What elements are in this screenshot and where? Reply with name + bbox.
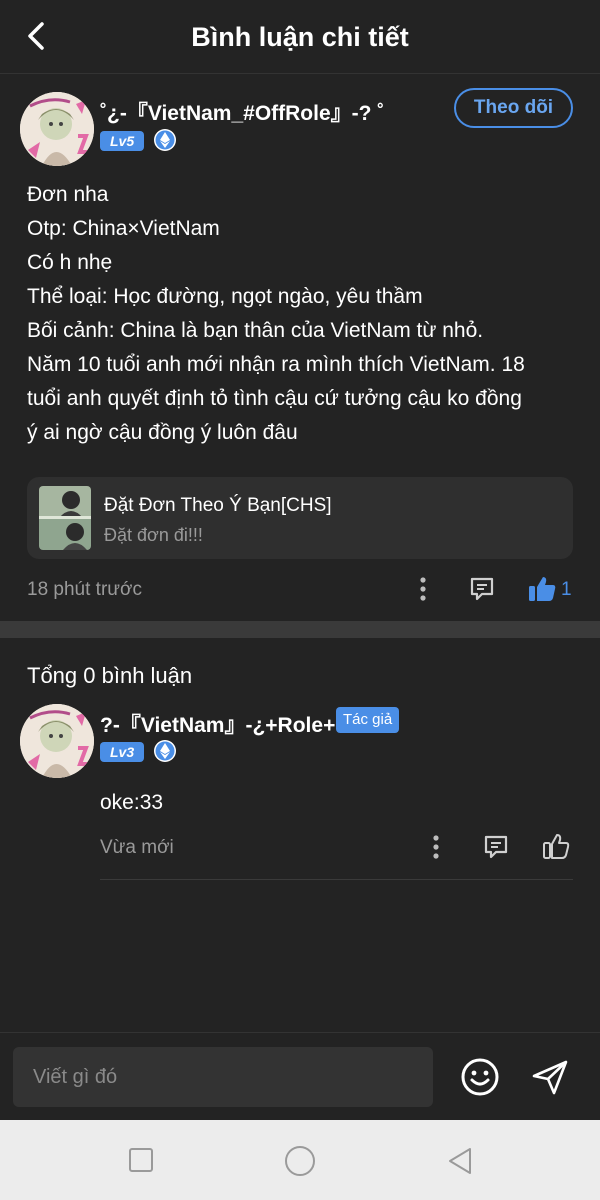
post-line: Otp: China×VietNam (27, 217, 220, 240)
post-line: Thể loại: Học đường, ngọt ngào, yêu thầm (27, 285, 423, 308)
more-vertical-icon[interactable] (424, 833, 448, 861)
comment-icon[interactable] (482, 833, 510, 861)
post-content: Đơn nha Otp: China×VietNam Có h nhẹ Thể … (27, 178, 579, 450)
linked-story-card[interactable]: Đặt Đơn Theo Ý Bạn[CHS] Đặt đơn đi!!! (27, 477, 573, 559)
send-icon[interactable] (530, 1057, 570, 1097)
avatar-image (20, 704, 94, 778)
more-vertical-icon[interactable] (411, 575, 435, 603)
post-timestamp: 18 phút trước (27, 579, 142, 600)
comment-composer: Viết gì đó (0, 1032, 600, 1120)
comment-author-level-badge: Lv3 (100, 742, 145, 762)
comment-total: Tổng 0 bình luận (27, 663, 193, 688)
post-line: Có h nhẹ (27, 251, 113, 274)
screen: Bình luận chi tiết ˚¿-『VietNam_#OffRole』… (0, 0, 600, 1120)
ethereum-badge-icon (154, 740, 176, 762)
comment-text: oke:33 (100, 791, 164, 814)
comment-icon[interactable] (468, 575, 496, 603)
post-line: ý ai ngờ cậu đồng ý luôn đâu (27, 421, 298, 444)
post-author-level-badge: Lv5 (100, 131, 145, 151)
post-line: tuổi anh quyết định tỏ tình cậu cứ tưởng… (27, 387, 522, 410)
post-author-name[interactable]: ˚¿-『VietNam_#OffRole』-? ˚ (100, 97, 384, 127)
circle-icon[interactable] (284, 1145, 316, 1177)
story-cover-thumbnail (39, 486, 91, 550)
comment-input[interactable]: Viết gì đó (13, 1047, 433, 1107)
follow-button[interactable]: Theo dõi (454, 88, 573, 128)
page-title: Bình luận chi tiết (191, 22, 409, 52)
system-nav-bar (0, 1120, 600, 1200)
post-line: Bối cảnh: China là bạn thân của VietNam … (27, 319, 484, 342)
post-line: Năm 10 tuổi anh mới nhận ra mình thích V… (27, 353, 525, 376)
like-count: 1 (561, 579, 572, 600)
thumbs-up-icon[interactable] (527, 574, 557, 604)
post-line: Đơn nha (27, 183, 109, 206)
post-author-avatar[interactable] (20, 92, 94, 166)
comment-author-name[interactable]: ?-『VietNam』-¿+Role+ (100, 709, 335, 739)
card-subtitle: Đặt đơn đi!!! (104, 525, 203, 545)
thumbs-up-outline-icon[interactable] (541, 831, 571, 861)
author-tag-badge: Tác giả (336, 707, 400, 733)
comment-author-avatar[interactable] (20, 704, 94, 778)
top-bar: Bình luận chi tiết (0, 0, 600, 74)
card-title: Đặt Đơn Theo Ý Bạn[CHS] (104, 495, 332, 516)
square-icon[interactable] (128, 1147, 154, 1173)
section-divider (0, 621, 600, 638)
ethereum-badge-icon (154, 129, 176, 151)
comment-separator (100, 879, 573, 880)
avatar-image (20, 92, 94, 166)
smiley-icon[interactable] (460, 1057, 500, 1097)
triangle-back-icon[interactable] (446, 1146, 474, 1176)
comment-timestamp: Vừa mới (100, 837, 174, 858)
